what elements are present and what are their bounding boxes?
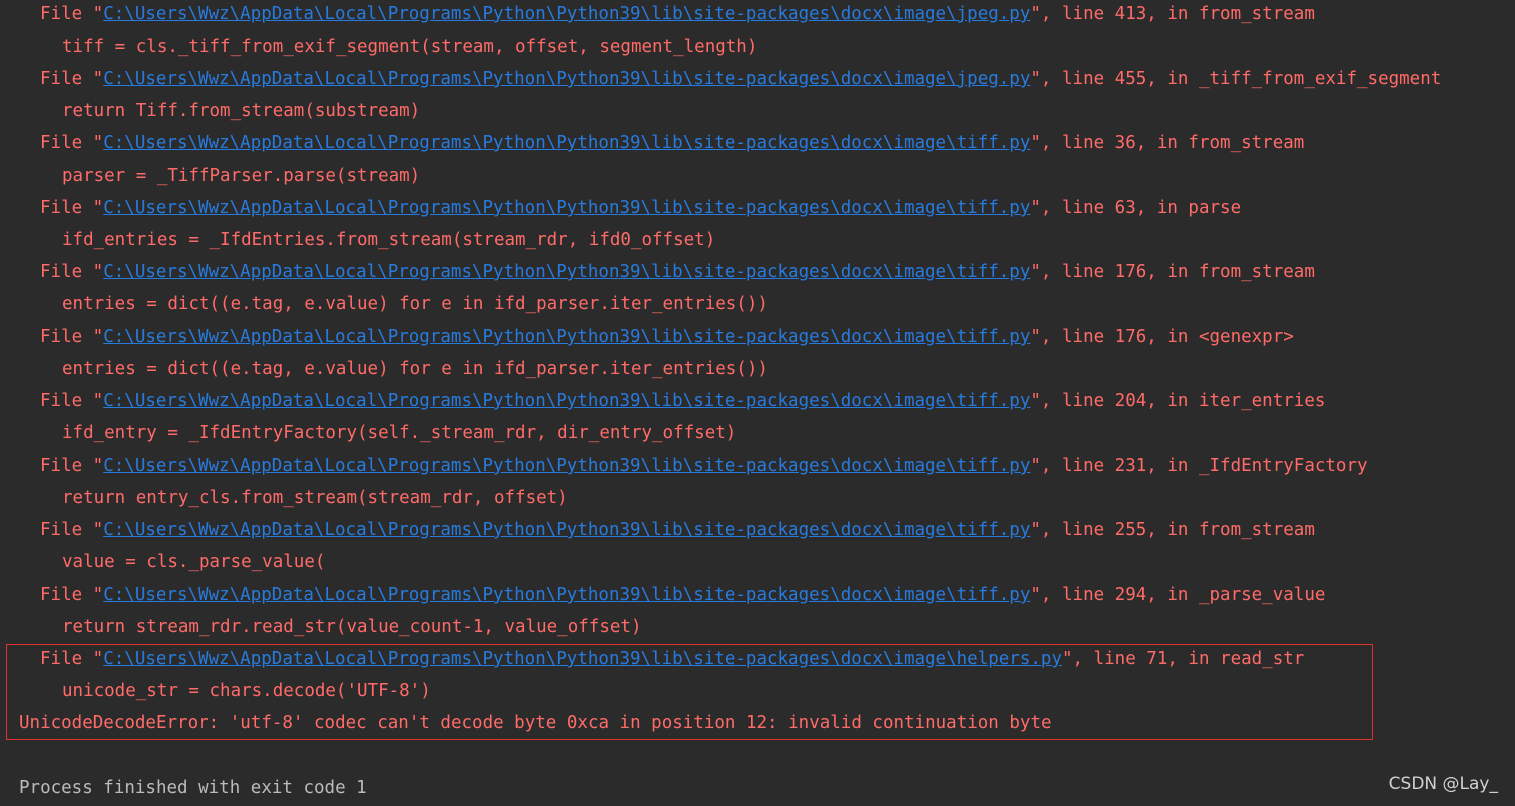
traceback-code-line: return Tiff.from_stream(substream) (0, 99, 420, 123)
frame-prefix: File " (40, 198, 104, 218)
process-finished-message: Process finished with exit code 1 (0, 776, 367, 800)
traceback-code-line: value = cls._parse_value( (0, 550, 325, 574)
file-path-link[interactable]: C:\Users\Wwz\AppData\Local\Programs\Pyth… (103, 391, 1030, 411)
file-path-link[interactable]: C:\Users\Wwz\AppData\Local\Programs\Pyth… (103, 198, 1030, 218)
traceback-frame-line: File "C:\Users\Wwz\AppData\Local\Program… (0, 131, 1304, 155)
error-message: UnicodeDecodeError: 'utf-8' codec can't … (0, 711, 1052, 735)
file-path-link[interactable]: C:\Users\Wwz\AppData\Local\Programs\Pyth… (103, 649, 1062, 669)
traceback-code-line: return entry_cls.from_stream(stream_rdr,… (0, 486, 568, 510)
code-text: return Tiff.from_stream(substream) (62, 101, 421, 121)
file-path-link[interactable]: C:\Users\Wwz\AppData\Local\Programs\Pyth… (103, 520, 1030, 540)
code-text: unicode_str = chars.decode('UTF-8') (62, 681, 431, 701)
file-path-link[interactable]: C:\Users\Wwz\AppData\Local\Programs\Pyth… (103, 456, 1030, 476)
traceback-frame-line: File "C:\Users\Wwz\AppData\Local\Program… (0, 647, 1304, 671)
frame-suffix: ", line 255, in from_stream (1030, 520, 1315, 540)
file-path-link[interactable]: C:\Users\Wwz\AppData\Local\Programs\Pyth… (103, 4, 1030, 24)
traceback-code-line: tiff = cls._tiff_from_exif_segment(strea… (0, 35, 757, 59)
frame-prefix: File " (40, 391, 104, 411)
code-text: entries = dict((e.tag, e.value) for e in… (62, 359, 768, 379)
frame-prefix: File " (40, 262, 104, 282)
code-text: value = cls._parse_value( (62, 552, 326, 572)
code-text: ifd_entries = _IfdEntries.from_stream(st… (62, 230, 716, 250)
traceback-frame-line: File "C:\Users\Wwz\AppData\Local\Program… (0, 2, 1315, 26)
traceback-code-line: entries = dict((e.tag, e.value) for e in… (0, 292, 768, 316)
frame-prefix: File " (40, 4, 104, 24)
frame-prefix: File " (40, 69, 104, 89)
traceback-frame-line: File "C:\Users\Wwz\AppData\Local\Program… (0, 389, 1325, 413)
traceback-code-line: unicode_str = chars.decode('UTF-8') (0, 679, 431, 703)
watermark: CSDN @Lay_ (1388, 774, 1498, 794)
frame-prefix: File " (40, 133, 104, 153)
traceback-code-line: entries = dict((e.tag, e.value) for e in… (0, 357, 768, 381)
frame-suffix: ", line 455, in _tiff_from_exif_segment (1030, 69, 1442, 89)
code-text: return stream_rdr.read_str(value_count-1… (62, 617, 642, 637)
file-path-link[interactable]: C:\Users\Wwz\AppData\Local\Programs\Pyth… (103, 262, 1030, 282)
frame-prefix: File " (40, 327, 104, 347)
file-path-link[interactable]: C:\Users\Wwz\AppData\Local\Programs\Pyth… (103, 585, 1030, 605)
file-path-link[interactable]: C:\Users\Wwz\AppData\Local\Programs\Pyth… (103, 69, 1030, 89)
frame-suffix: ", line 176, in from_stream (1030, 262, 1315, 282)
frame-prefix: File " (40, 456, 104, 476)
traceback-frame-line: File "C:\Users\Wwz\AppData\Local\Program… (0, 325, 1294, 349)
error-text: UnicodeDecodeError: 'utf-8' codec can't … (19, 713, 1052, 733)
process-text: Process finished with exit code 1 (19, 778, 367, 798)
frame-prefix: File " (40, 520, 104, 540)
frame-suffix: ", line 36, in from_stream (1030, 133, 1305, 153)
console-output: File "C:\Users\Wwz\AppData\Local\Program… (0, 0, 1515, 806)
traceback-frame-line: File "C:\Users\Wwz\AppData\Local\Program… (0, 67, 1441, 91)
traceback-frame-line: File "C:\Users\Wwz\AppData\Local\Program… (0, 518, 1315, 542)
frame-suffix: ", line 176, in <genexpr> (1030, 327, 1294, 347)
code-text: tiff = cls._tiff_from_exif_segment(strea… (62, 37, 758, 57)
file-path-link[interactable]: C:\Users\Wwz\AppData\Local\Programs\Pyth… (103, 133, 1030, 153)
file-path-link[interactable]: C:\Users\Wwz\AppData\Local\Programs\Pyth… (103, 327, 1030, 347)
traceback-frame-line: File "C:\Users\Wwz\AppData\Local\Program… (0, 196, 1241, 220)
traceback-frame-line: File "C:\Users\Wwz\AppData\Local\Program… (0, 260, 1315, 284)
code-text: ifd_entry = _IfdEntryFactory(self._strea… (62, 423, 737, 443)
frame-suffix: ", line 413, in from_stream (1030, 4, 1315, 24)
frame-prefix: File " (40, 649, 104, 669)
frame-suffix: ", line 71, in read_str (1062, 649, 1305, 669)
code-text: parser = _TiffParser.parse(stream) (62, 166, 421, 186)
traceback-code-line: ifd_entry = _IfdEntryFactory(self._strea… (0, 421, 736, 445)
frame-suffix: ", line 231, in _IfdEntryFactory (1030, 456, 1368, 476)
traceback-frame-line: File "C:\Users\Wwz\AppData\Local\Program… (0, 583, 1325, 607)
traceback-frame-line: File "C:\Users\Wwz\AppData\Local\Program… (0, 454, 1368, 478)
traceback-code-line: ifd_entries = _IfdEntries.from_stream(st… (0, 228, 715, 252)
frame-suffix: ", line 204, in iter_entries (1030, 391, 1326, 411)
code-text: return entry_cls.from_stream(stream_rdr,… (62, 488, 568, 508)
traceback-code-line: parser = _TiffParser.parse(stream) (0, 164, 420, 188)
frame-suffix: ", line 294, in _parse_value (1030, 585, 1326, 605)
frame-suffix: ", line 63, in parse (1030, 198, 1242, 218)
code-text: entries = dict((e.tag, e.value) for e in… (62, 294, 768, 314)
traceback-code-line: return stream_rdr.read_str(value_count-1… (0, 615, 641, 639)
frame-prefix: File " (40, 585, 104, 605)
